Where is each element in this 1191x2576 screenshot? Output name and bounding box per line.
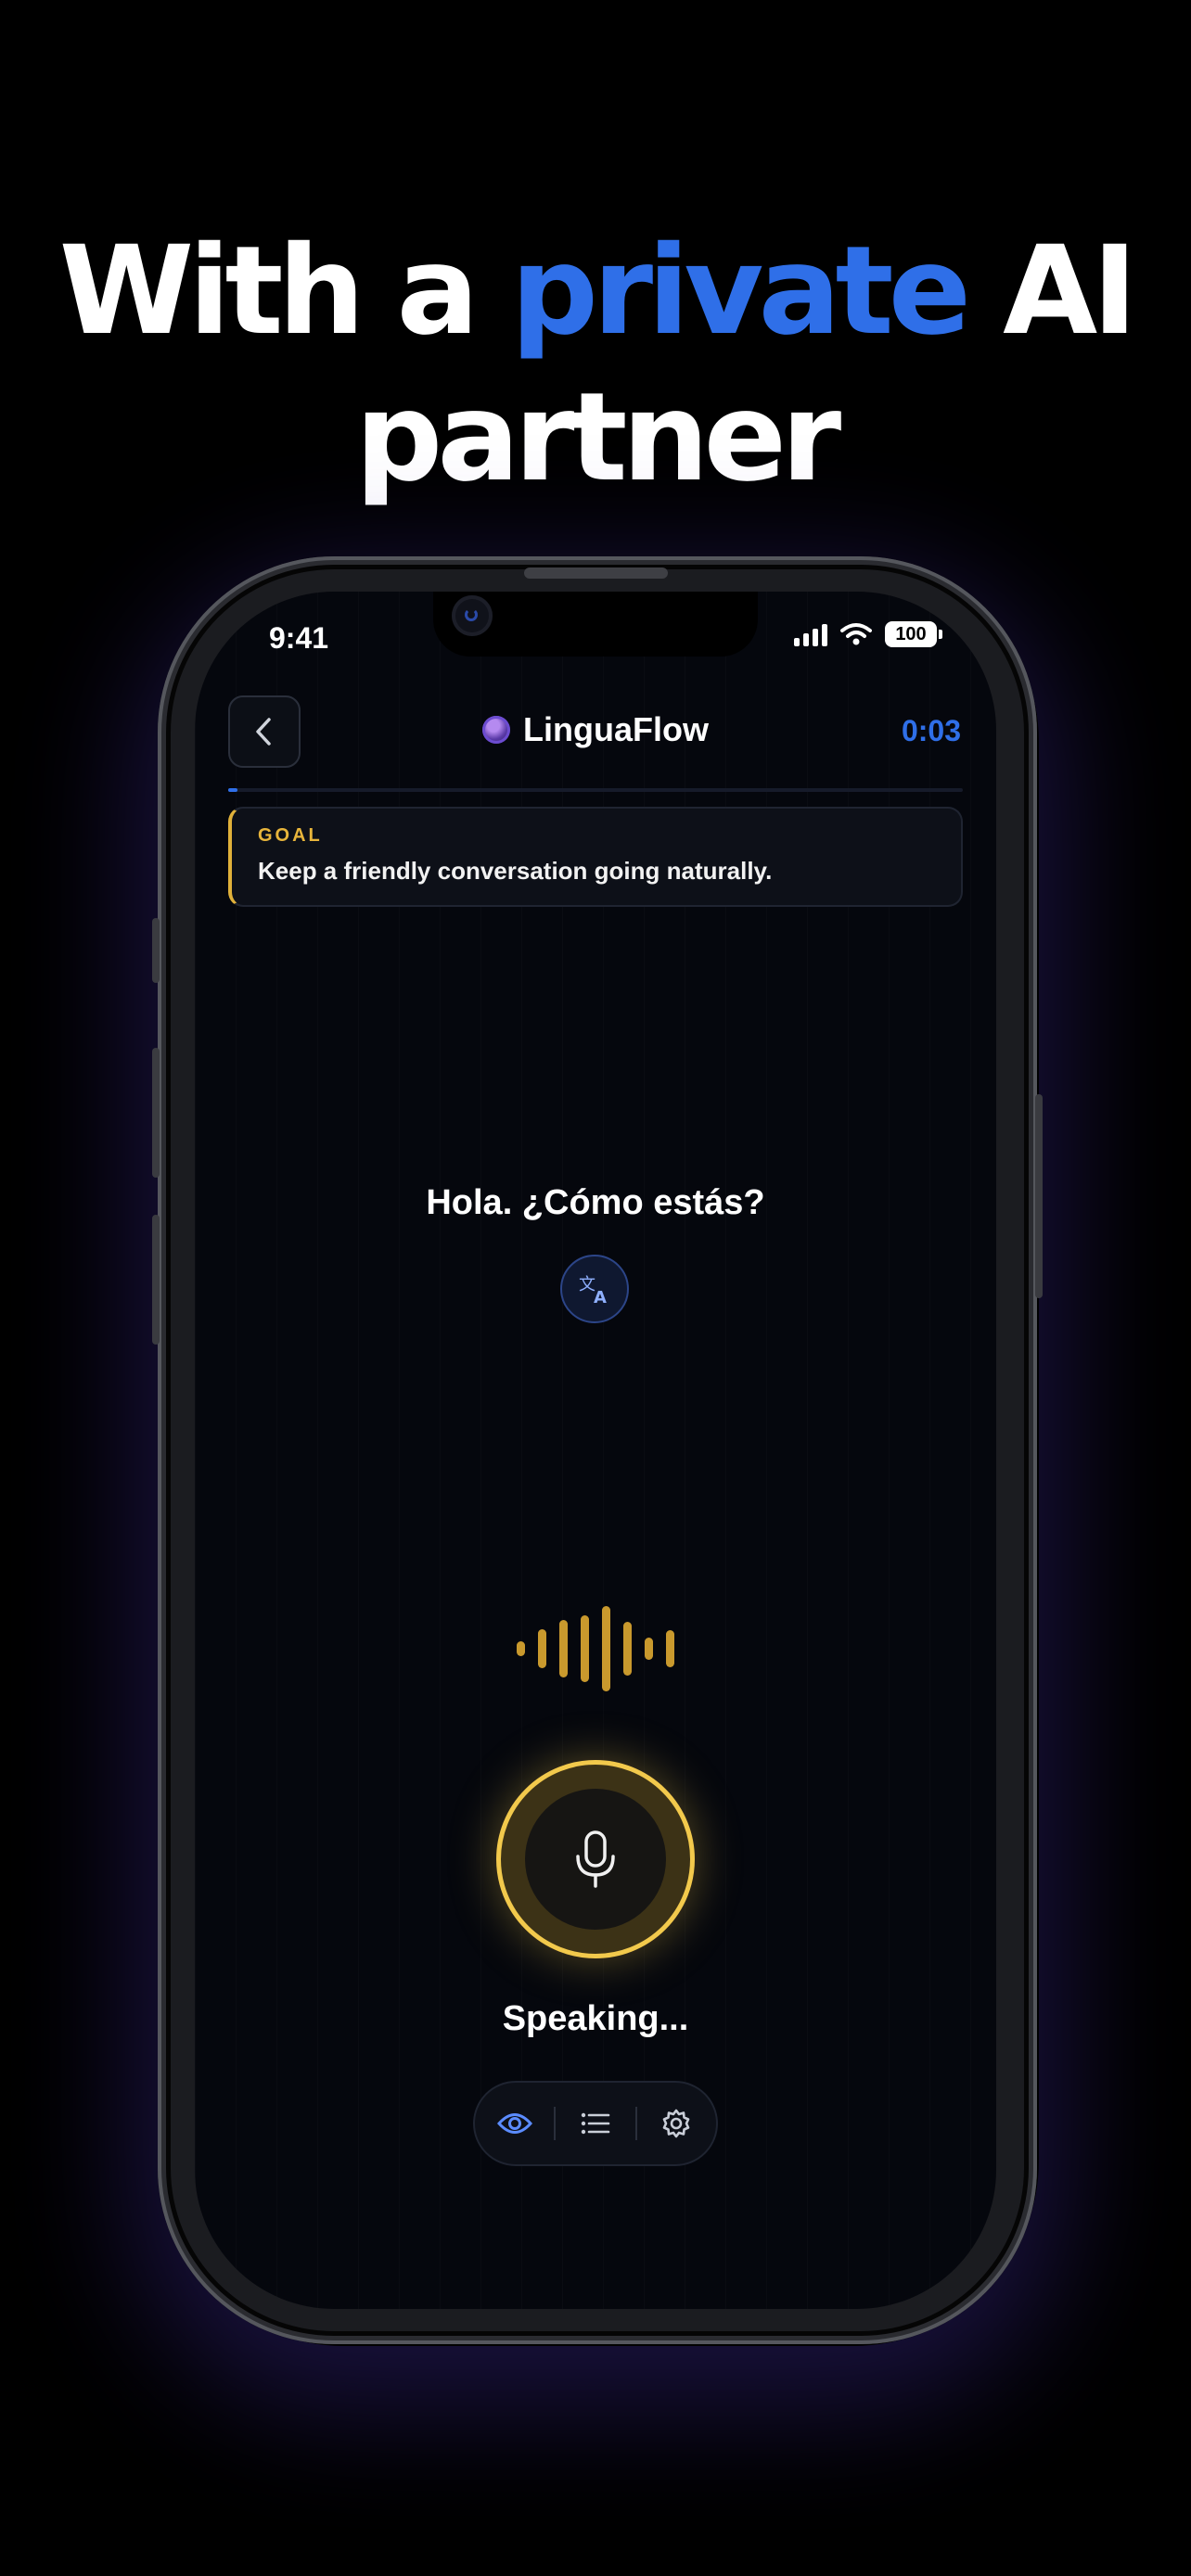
translate-icon: 文 A xyxy=(579,1275,607,1307)
cellular-signal-icon xyxy=(794,622,827,646)
earpiece xyxy=(524,567,668,579)
list-icon xyxy=(581,2112,610,2135)
marketing-headline: With a private AI partner xyxy=(0,218,1191,511)
front-camera-icon xyxy=(452,595,493,636)
volume-up-button xyxy=(152,1048,160,1178)
app-screen: 9:41 100 LinguaFlow 0:03 GOAL Keep a fri… xyxy=(195,592,996,2309)
globe-icon xyxy=(482,716,511,744)
voice-status: Speaking... xyxy=(502,1999,689,2038)
audio-waveform-icon xyxy=(195,1602,996,1695)
battery-icon: 100 xyxy=(885,621,942,647)
status-time: 9:41 xyxy=(269,621,329,655)
power-button xyxy=(1035,1094,1043,1298)
status-icons: 100 xyxy=(794,621,942,647)
headline-text-1: With a xyxy=(58,220,480,363)
translate-button[interactable]: 文 A xyxy=(560,1255,629,1323)
show-list-button[interactable] xyxy=(556,2083,634,2164)
gear-icon xyxy=(663,2109,690,2138)
headline-highlight: private xyxy=(510,220,972,363)
app-title-bar: LinguaFlow xyxy=(195,710,996,749)
bottom-toolbar xyxy=(473,2081,718,2166)
toggle-transcript-button[interactable] xyxy=(475,2083,554,2164)
headline-text-2: AI xyxy=(1003,220,1137,363)
session-progress-fill xyxy=(228,788,237,792)
volume-down-button xyxy=(152,1215,160,1345)
eye-icon xyxy=(496,2113,532,2134)
session-progress-bar xyxy=(228,788,963,792)
microphone-icon xyxy=(576,1830,615,1888)
dynamic-island xyxy=(433,592,758,657)
ai-phrase: Hola. ¿Cómo estás? xyxy=(426,1183,765,1222)
microphone-button-inner xyxy=(525,1789,666,1930)
settings-button[interactable] xyxy=(637,2083,716,2164)
session-timer: 0:03 xyxy=(901,714,961,747)
svg-text:A: A xyxy=(594,1288,607,1307)
goal-label: GOAL xyxy=(258,825,323,846)
goal-text: Keep a friendly conversation going natur… xyxy=(258,857,773,885)
app-title: LinguaFlow xyxy=(523,710,709,748)
headline-line-1: With a private AI xyxy=(0,218,1191,364)
goal-card: GOAL Keep a friendly conversation going … xyxy=(228,807,963,907)
wifi-icon xyxy=(840,623,872,645)
microphone-button[interactable] xyxy=(496,1760,695,1958)
headline-line-2: partner xyxy=(354,366,841,509)
silent-switch xyxy=(152,918,160,983)
